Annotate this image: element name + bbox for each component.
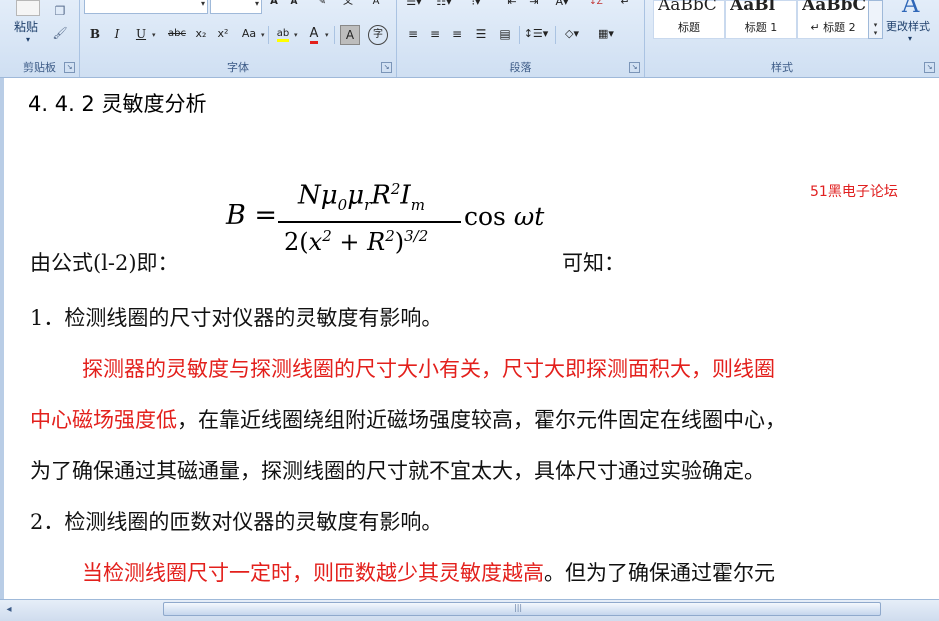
change-styles-icon: A bbox=[902, 0, 920, 18]
multilevel-button[interactable]: ⁝▾ bbox=[465, 0, 487, 12]
clipboard-launcher-icon[interactable]: ↘ bbox=[64, 62, 75, 73]
font-launcher-icon[interactable]: ↘ bbox=[381, 62, 392, 73]
style-heading-1[interactable]: AaBl 标题 1 bbox=[725, 0, 797, 39]
change-case-dropdown-icon[interactable]: ▾ bbox=[261, 31, 265, 39]
style-sample: AaBbC bbox=[802, 0, 866, 15]
sort-button[interactable]: ↓Z bbox=[585, 0, 607, 12]
paragraph-group-label: 段落 bbox=[509, 61, 532, 74]
paragraph-1-black-text: ，在靠近线圈绕组附近磁场强度较高，霍尔元件固定在线圈中心， bbox=[177, 408, 786, 432]
horizontal-scrollbar[interactable]: ◂ ||| bbox=[0, 599, 939, 621]
style-name: 标题 1 bbox=[744, 21, 778, 34]
formula: B = Nμ0μrR2Im 2(x2 + R2)3/2 cos ωt bbox=[226, 178, 556, 270]
styles-group-label: 样式 bbox=[771, 61, 793, 74]
subscript-button[interactable]: x₂ bbox=[192, 24, 210, 44]
paste-label: 粘贴 bbox=[14, 20, 39, 34]
fraction-bar bbox=[278, 221, 461, 223]
highlight-icon: ab bbox=[276, 28, 290, 42]
increase-indent-button[interactable]: ⇥ bbox=[525, 0, 543, 12]
char-border-button[interactable]: A bbox=[366, 0, 386, 12]
ribbon: 粘贴 ▾ ❐ 🖌 剪贴板 ↘ ▾ ▾ A A ✎ 文 A B I U ▾ abc… bbox=[0, 0, 939, 78]
section-heading: 4. 4. 2 灵敏度分析 bbox=[28, 92, 207, 116]
style-name: 标题 bbox=[678, 21, 700, 34]
watermark: 51黑电子论坛 bbox=[810, 184, 898, 200]
styles-launcher-icon[interactable]: ↘ bbox=[924, 62, 935, 73]
italic-button[interactable]: I bbox=[108, 24, 126, 44]
strikethrough-button[interactable]: abc bbox=[164, 24, 190, 44]
bullets-button[interactable]: ☰▾ bbox=[403, 0, 425, 12]
paragraph-2-line-1: 当检测线圈尺寸一定时，则匝数越少其灵敏度越高。但为了确保通过霍尔元 bbox=[82, 557, 775, 587]
change-case-button[interactable]: Aa bbox=[238, 24, 260, 44]
more-styles-icon[interactable]: ▾ bbox=[869, 29, 882, 37]
highlight-dropdown-icon[interactable]: ▾ bbox=[294, 31, 298, 39]
font-group-label: 字体 bbox=[227, 61, 249, 74]
formula-numerator: Nμ0μrR2Im bbox=[298, 180, 425, 214]
scroll-left-icon[interactable]: ◂ bbox=[2, 602, 16, 618]
align-right-button[interactable]: ≡ bbox=[447, 24, 467, 44]
numbering-button[interactable]: ☷▾ bbox=[433, 0, 455, 12]
paragraph-1-line-1: 探测器的灵敏度与探测线圈的尺寸大小有关，尺寸大即探测面积大，则线圈 bbox=[82, 357, 775, 381]
clipboard-icon bbox=[16, 0, 40, 16]
chinese-layout-button[interactable]: A▾ bbox=[551, 0, 573, 12]
change-styles-button[interactable]: A 更改样式 ▾ bbox=[886, 0, 938, 55]
clipboard-group: 粘贴 ▾ ❐ 🖌 剪贴板 ↘ bbox=[0, 0, 80, 77]
show-marks-button[interactable]: ↵ bbox=[615, 0, 635, 12]
paste-button[interactable]: 粘贴 ▾ bbox=[6, 0, 46, 58]
formula-lhs: B = bbox=[226, 200, 278, 231]
align-left-button[interactable]: ≡ bbox=[403, 24, 423, 44]
paragraph-1-line-3: 为了确保通过其磁通量，探测线圈的尺寸就不宜太大，具体尺寸通过实验确定。 bbox=[30, 459, 765, 483]
paragraph-group: ☰▾ ☷▾ ⁝▾ ⇤ ⇥ A▾ ↓Z ↵ ≡ ≡ ≡ ☰ ▤ ↕☰▾ ◇▾ ▦▾… bbox=[397, 0, 645, 77]
formula-denominator: 2(x2 + R2)3/2 bbox=[284, 227, 429, 256]
paragraph-1-line-2: 中心磁场强度低，在靠近线圈绕组附近磁场强度较高，霍尔元件固定在线圈中心， bbox=[30, 404, 786, 434]
chevron-down-icon: ▾ bbox=[26, 35, 31, 44]
scrollbar-thumb[interactable]: ||| bbox=[163, 602, 881, 616]
item-1: 1．检测线圈的尺寸对仪器的灵敏度有影响。 bbox=[30, 306, 443, 330]
bold-button[interactable]: B bbox=[86, 24, 104, 44]
style-name: ↵ 标题 2 bbox=[810, 21, 856, 34]
distributed-button[interactable]: ▤ bbox=[495, 24, 515, 44]
style-title[interactable]: AaBbC 标题 bbox=[653, 0, 725, 39]
grip-icon: ||| bbox=[514, 603, 523, 612]
formula-outro: 可知： bbox=[562, 251, 625, 275]
char-shading-button[interactable]: A bbox=[340, 25, 360, 45]
style-heading-2[interactable]: AaBbC ↵ 标题 2 bbox=[797, 0, 869, 39]
justify-button[interactable]: ☰ bbox=[471, 24, 491, 44]
styles-scroll[interactable]: ▾ ▾ bbox=[868, 0, 883, 39]
style-sample: AaBl bbox=[730, 0, 776, 15]
grow-font-button[interactable]: A bbox=[266, 0, 282, 12]
chevron-down-icon: ▾ bbox=[908, 34, 913, 43]
paragraph-1-red-text: 中心磁场强度低 bbox=[30, 408, 177, 432]
chevron-down-icon[interactable]: ▾ bbox=[869, 21, 882, 29]
font-color-button[interactable]: A bbox=[304, 24, 324, 44]
paragraph-2-black-text: 。但为了确保通过霍尔元 bbox=[544, 561, 775, 585]
shrink-font-button[interactable]: A bbox=[286, 0, 302, 12]
clear-format-button[interactable]: ✎ bbox=[312, 0, 332, 12]
font-group: ▾ ▾ A A ✎ 文 A B I U ▾ abc x₂ x² Aa ▾ ab … bbox=[80, 0, 397, 77]
copy-icon[interactable]: ❐ bbox=[52, 4, 68, 18]
highlight-button[interactable]: ab bbox=[272, 24, 294, 44]
font-size-combo[interactable]: ▾ bbox=[210, 0, 262, 14]
phonetic-button[interactable]: 文 bbox=[338, 0, 358, 12]
decrease-indent-button[interactable]: ⇤ bbox=[503, 0, 521, 12]
shading-button[interactable]: ◇▾ bbox=[559, 24, 585, 44]
font-name-combo[interactable]: ▾ bbox=[84, 0, 208, 14]
paragraph-2-red-text: 当检测线圈尺寸一定时，则匝数越少其灵敏度越高 bbox=[82, 561, 544, 585]
enclose-char-button[interactable]: 字 bbox=[368, 25, 388, 45]
borders-button[interactable]: ▦▾ bbox=[593, 24, 619, 44]
item-2: 2．检测线圈的匝数对仪器的灵敏度有影响。 bbox=[30, 510, 443, 534]
format-painter-icon[interactable]: 🖌 bbox=[52, 26, 68, 40]
underline-button[interactable]: U bbox=[132, 24, 150, 44]
font-color-dropdown-icon[interactable]: ▾ bbox=[325, 31, 329, 39]
font-color-icon: A bbox=[309, 26, 319, 44]
change-styles-label: 更改样式 bbox=[886, 20, 930, 33]
underline-dropdown-icon[interactable]: ▾ bbox=[152, 31, 156, 39]
paragraph-launcher-icon[interactable]: ↘ bbox=[629, 62, 640, 73]
align-center-button[interactable]: ≡ bbox=[425, 24, 445, 44]
formula-tail: cos ωt bbox=[464, 202, 545, 231]
superscript-button[interactable]: x² bbox=[214, 24, 232, 44]
style-sample: AaBbC bbox=[658, 0, 717, 15]
line-spacing-button[interactable]: ↕☰▾ bbox=[523, 24, 549, 44]
formula-intro: 由公式(l-2)即： bbox=[30, 251, 179, 275]
